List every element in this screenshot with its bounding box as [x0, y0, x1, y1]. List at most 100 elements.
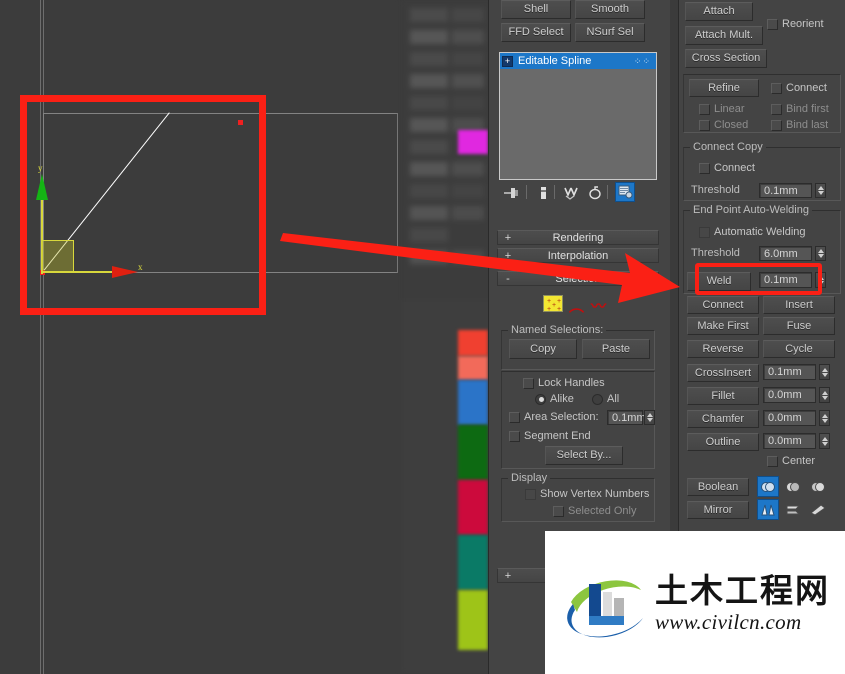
attach-mult-button[interactable]: Attach Mult. [685, 26, 763, 45]
fuse-button[interactable]: Fuse [763, 317, 835, 335]
chamfer-button[interactable]: Chamfer [687, 410, 759, 428]
mirror-button[interactable]: Mirror [687, 501, 749, 519]
make-unique-icon[interactable] [561, 183, 581, 203]
sub-object-level-icons[interactable]: + + + + + ︵ 〰 [499, 293, 657, 315]
make-first-button[interactable]: Make First [687, 317, 759, 335]
show-end-result-icon[interactable] [533, 183, 553, 203]
fillet-field[interactable]: 0.0mm [763, 387, 816, 403]
cross-section-button[interactable]: Cross Section [685, 49, 767, 68]
insert-button[interactable]: Insert [763, 296, 835, 314]
auto-weld-threshold-spinner[interactable] [815, 246, 826, 261]
segment-end-checkbox[interactable]: Segment End [509, 430, 591, 442]
reorient-checkbox[interactable]: Reorient [767, 18, 824, 30]
outline-button[interactable]: Outline [687, 433, 759, 451]
color-swatch-magenta[interactable] [458, 130, 488, 154]
outline-field[interactable]: 0.0mm [763, 433, 816, 449]
spinner-down-icon [821, 441, 828, 446]
rollout-selection[interactable]: - Selection [497, 271, 659, 286]
subtraction-icon[interactable] [782, 476, 804, 497]
color-swatch-list[interactable] [458, 0, 488, 674]
lock-handles-checkbox[interactable]: Lock Handles [523, 377, 605, 389]
color-swatch-blue[interactable] [458, 380, 488, 425]
color-swatch-salmon[interactable] [458, 356, 488, 380]
checkbox-box [525, 488, 536, 500]
color-swatch-dark-green[interactable] [458, 425, 488, 480]
show-vertex-numbers-checkbox[interactable]: Show Vertex Numbers [525, 488, 649, 500]
gizmo-arrow-y-icon[interactable] [36, 174, 48, 200]
area-selection-checkbox[interactable]: Area Selection: [509, 411, 599, 423]
color-swatch-teal[interactable] [458, 535, 488, 590]
connect-copy-threshold-field[interactable]: 0.1mm [759, 183, 812, 198]
checkbox-box [699, 162, 710, 174]
crossinsert-button[interactable]: CrossInsert [687, 364, 759, 382]
rollout-title: Interpolation [547, 249, 609, 262]
rollout-title: Selection [555, 272, 601, 285]
mirror-both-glyph [810, 503, 826, 516]
checkbox-box [699, 226, 710, 238]
refine-button[interactable]: Refine [689, 79, 759, 97]
spline-icon[interactable]: 〰 [591, 295, 606, 316]
alike-radio[interactable]: Alike [535, 393, 574, 405]
center-checkbox[interactable]: Center [767, 455, 815, 467]
fillet-spinner[interactable] [819, 387, 830, 403]
mirror-vertical-icon[interactable] [782, 499, 804, 520]
color-swatch-red[interactable] [458, 330, 488, 356]
modifier-stack-selected-item[interactable]: + Editable Spline ⁘⁘ [500, 53, 656, 69]
mirror-horizontal-icon[interactable] [757, 499, 779, 520]
connect-copy-threshold-spinner[interactable] [815, 183, 826, 198]
connect-copy-connect-checkbox[interactable]: Connect [699, 162, 755, 174]
gizmo-plane-xy[interactable] [41, 240, 74, 272]
mirror-both-icon[interactable] [807, 499, 829, 520]
modifier-button-nsurf-sel[interactable]: NSurf Sel [575, 23, 645, 42]
select-by-button[interactable]: Select By... [545, 446, 623, 465]
chamfer-spinner[interactable] [819, 410, 830, 426]
pin-stack-icon[interactable] [501, 183, 521, 203]
paste-button[interactable]: Paste [582, 339, 650, 359]
fillet-button[interactable]: Fillet [687, 387, 759, 405]
connect-checkbox[interactable]: Connect [771, 82, 827, 94]
rollout-rendering[interactable]: + Rendering [497, 230, 659, 245]
segment-icon[interactable]: ︵ [569, 295, 584, 316]
checkbox-box [553, 505, 564, 517]
intersection-icon[interactable] [807, 476, 829, 497]
crossinsert-spinner[interactable] [819, 364, 830, 380]
viewport[interactable]: y x [0, 0, 400, 674]
color-swatch-yellow-green[interactable] [458, 590, 488, 650]
closed-checkbox[interactable]: Closed [699, 119, 748, 131]
union-icon[interactable] [757, 476, 779, 497]
configure-modifier-sets-icon[interactable] [615, 182, 635, 202]
modifier-button-shell[interactable]: Shell [501, 0, 571, 19]
weld-threshold-spinner[interactable] [815, 272, 826, 288]
reverse-button[interactable]: Reverse [687, 340, 759, 358]
bind-first-checkbox[interactable]: Bind first [771, 103, 829, 115]
expand-icon[interactable]: + [502, 55, 513, 67]
crossinsert-field[interactable]: 0.1mm [763, 364, 816, 380]
area-selection-field[interactable]: 0.1mm [607, 410, 646, 425]
cycle-button[interactable]: Cycle [763, 340, 835, 358]
copy-button[interactable]: Copy [509, 339, 577, 359]
area-selection-spinner[interactable] [644, 410, 655, 425]
modifier-button-ffd-select[interactable]: FFD Select [501, 23, 571, 42]
linear-checkbox[interactable]: Linear [699, 103, 745, 115]
spline-vertex[interactable] [238, 120, 243, 125]
weld-threshold-field[interactable]: 0.1mm [759, 272, 812, 288]
selected-only-checkbox[interactable]: Selected Only [553, 505, 636, 517]
boolean-button[interactable]: Boolean [687, 478, 749, 496]
all-radio[interactable]: All [592, 393, 619, 405]
connect-button[interactable]: Connect [687, 296, 759, 314]
rollout-interpolation[interactable]: + Interpolation [497, 248, 659, 263]
modifier-stack-toolbar[interactable] [499, 182, 657, 204]
modifier-button-smooth[interactable]: Smooth [575, 0, 645, 19]
bind-last-checkbox[interactable]: Bind last [771, 119, 828, 131]
color-swatch-crimson[interactable] [458, 480, 488, 535]
chamfer-field[interactable]: 0.0mm [763, 410, 816, 426]
outline-spinner[interactable] [819, 433, 830, 449]
gizmo-arrow-x-icon[interactable] [112, 266, 138, 278]
auto-weld-threshold-field[interactable]: 6.0mm [759, 246, 812, 261]
automatic-welding-checkbox[interactable]: Automatic Welding [699, 226, 806, 238]
vertex-icon[interactable]: + + + + + [543, 295, 563, 313]
attach-button[interactable]: Attach [685, 2, 753, 21]
remove-modifier-icon[interactable] [585, 183, 605, 203]
weld-button[interactable]: Weld [687, 272, 751, 291]
modifier-stack-list[interactable]: + Editable Spline ⁘⁘ [499, 52, 657, 180]
